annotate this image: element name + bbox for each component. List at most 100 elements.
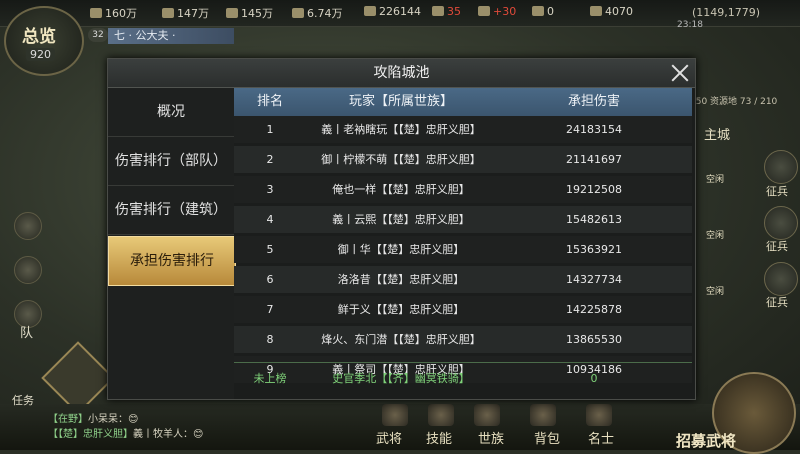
row-rank: 2 <box>266 153 274 166</box>
row-rank: 7 <box>266 303 274 316</box>
gold-icon <box>478 6 490 16</box>
table-row[interactable]: 2 御丨柠檬不萌【【楚】忠肝义胆】 21141697 <box>234 146 692 173</box>
chat-box[interactable]: 【在野】小呆呆：😊 【【楚】忠肝义胆】義丨牧羊人：😊 <box>48 412 203 442</box>
row-rank: 8 <box>266 333 274 346</box>
overview-button[interactable]: 总览 920 <box>4 6 84 76</box>
level-badge: 32 <box>88 28 108 42</box>
column-damage-taken: 承担伤害 <box>567 94 620 109</box>
chat-line: 【在野】小呆呆：😊 <box>48 414 139 425</box>
captured-city-dialog: 攻陷城池 概况 伤害排行（部队） 伤害排行（建筑） 承担伤害排行 排名 玩家【所… <box>107 58 696 400</box>
table-row[interactable]: 8 烽火、东门潜【【楚】忠肝义胆】 13865530 <box>234 326 692 353</box>
nav-celebrity[interactable]: 名士 <box>588 428 614 447</box>
tab-building-damage-ranking[interactable]: 伤害排行（建筑） <box>108 186 234 235</box>
row-damage: 13865530 <box>566 333 622 346</box>
tab-overview[interactable]: 概况 <box>108 88 234 137</box>
rank-title[interactable]: 七 · 公大夫 · <box>108 28 234 44</box>
idle-label-2: 空闲 <box>706 231 725 241</box>
nav-clan[interactable]: 世族 <box>478 428 504 447</box>
row-rank: 4 <box>266 213 274 226</box>
tab-troop-damage-ranking[interactable]: 伤害排行（部队） <box>108 137 234 186</box>
side-icon-2[interactable] <box>14 256 42 284</box>
idle-label-3: 空闲 <box>706 287 725 297</box>
table-row[interactable]: 5 御丨华【【楚】忠肝义胆】 15363921 <box>234 236 692 263</box>
column-rank: 排名 <box>256 94 283 109</box>
self-rank: 未上榜 <box>253 372 287 385</box>
resource-coin[interactable]: 4070 <box>590 5 633 18</box>
row-damage: 14327734 <box>566 273 622 286</box>
resource-stone[interactable]: 145万 <box>226 5 273 21</box>
celebrity-icon[interactable] <box>586 404 612 426</box>
row-player: 烽火、东门潜【【楚】忠肝义胆】 <box>321 333 481 346</box>
recruit-troops-label-1: 征兵 <box>766 185 788 198</box>
bag-icon[interactable] <box>530 404 556 426</box>
tab-damage-taken-ranking[interactable]: 承担伤害排行 <box>108 236 236 286</box>
overview-label: 总览 <box>22 27 56 47</box>
team-button[interactable]: 队 <box>20 322 33 341</box>
row-player: 俺也一样【【楚】忠肝义胆】 <box>332 183 470 196</box>
skills-icon[interactable] <box>428 404 454 426</box>
token-icon <box>532 6 544 16</box>
table-row[interactable]: 7 鲜于义【【楚】忠肝义胆】 14225878 <box>234 296 692 323</box>
self-rank-row: 未上榜 史官季北【【齐】幽冥铁骑】 0 <box>234 365 692 393</box>
row-player: 義丨云熙【【楚】忠肝义胆】 <box>332 213 470 226</box>
coin-icon <box>590 6 602 16</box>
copper-icon <box>364 6 376 16</box>
recruit-troops-label-2: 征兵 <box>766 240 788 253</box>
nav-generals[interactable]: 武将 <box>376 428 402 447</box>
nav-bag[interactable]: 背包 <box>534 428 560 447</box>
resource-wood[interactable]: 160万 <box>90 5 137 21</box>
idle-label-1: 空闲 <box>706 175 725 185</box>
dialog-tabs: 概况 伤害排行（部队） 伤害排行（建筑） 承担伤害排行 <box>108 88 236 399</box>
side-icon-1[interactable] <box>14 212 42 240</box>
row-player: 御丨柠檬不萌【【楚】忠肝义胆】 <box>321 153 481 166</box>
resource-gold[interactable]: +30 <box>478 5 516 18</box>
grain-icon <box>292 8 304 18</box>
resource-copper[interactable]: 226144 <box>364 5 421 18</box>
close-icon[interactable] <box>668 61 692 85</box>
main-city-label[interactable]: 主城 <box>704 124 730 143</box>
stone-icon <box>226 8 238 18</box>
resource-limit: 150 资源地 73 / 210 <box>690 97 778 107</box>
resource-iron[interactable]: 147万 <box>162 5 209 21</box>
recruit-troops-button-2[interactable] <box>764 206 798 240</box>
table-row[interactable]: 3 俺也一样【【楚】忠肝义胆】 19212508 <box>234 176 692 203</box>
ranking-table: 排名 玩家【所属世族】 承担伤害 1 義丨老衲瞎玩【【楚】忠肝义胆】 2418315… <box>234 88 692 399</box>
iron-icon <box>162 8 174 18</box>
row-player: 洛洛昔【【楚】忠肝义胆】 <box>337 273 465 286</box>
chat-line: 【【楚】忠肝义胆】義丨牧羊人：😊 <box>48 429 204 440</box>
resource-jade[interactable]: 35 <box>432 5 461 18</box>
resource-token[interactable]: 0 <box>532 5 554 18</box>
recruit-troops-button-3[interactable] <box>764 262 798 296</box>
dialog-title: 攻陷城池 <box>108 59 695 88</box>
task-button[interactable]: 任务 <box>12 392 34 408</box>
row-damage: 19212508 <box>566 183 622 196</box>
self-damage: 0 <box>590 372 598 385</box>
row-player: 義丨老衲瞎玩【【楚】忠肝义胆】 <box>321 123 481 136</box>
map-coordinates[interactable]: (1149,1779) <box>692 6 760 19</box>
nav-skills[interactable]: 技能 <box>426 428 452 447</box>
resource-grain[interactable]: 6.74万 <box>292 5 343 21</box>
row-rank: 1 <box>266 123 274 136</box>
overview-count: 920 <box>26 48 55 61</box>
row-damage: 14225878 <box>566 303 622 316</box>
row-damage: 15482613 <box>566 213 622 226</box>
recruit-general-label[interactable]: 招募武将 <box>676 430 736 451</box>
wood-icon <box>90 8 102 18</box>
table-row[interactable]: 4 義丨云熙【【楚】忠肝义胆】 15482613 <box>234 206 692 233</box>
row-player: 鲜于义【【楚】忠肝义胆】 <box>337 303 465 316</box>
recruit-troops-button-1[interactable] <box>764 150 798 184</box>
row-damage: 24183154 <box>566 123 622 136</box>
row-rank: 5 <box>266 243 274 256</box>
table-row[interactable]: 1 義丨老衲瞎玩【【楚】忠肝义胆】 24183154 <box>234 116 692 143</box>
row-damage: 15363921 <box>566 243 622 256</box>
generals-icon[interactable] <box>382 404 408 426</box>
recruit-troops-label-3: 征兵 <box>766 296 788 309</box>
table-row[interactable]: 6 洛洛昔【【楚】忠肝义胆】 14327734 <box>234 266 692 293</box>
jade-icon <box>432 6 444 16</box>
row-damage: 21141697 <box>566 153 622 166</box>
row-rank: 3 <box>266 183 274 196</box>
row-rank: 6 <box>266 273 274 286</box>
clan-icon[interactable] <box>474 404 500 426</box>
clock: 23:18 <box>677 20 703 30</box>
table-header: 排名 玩家【所属世族】 承担伤害 <box>234 88 692 116</box>
